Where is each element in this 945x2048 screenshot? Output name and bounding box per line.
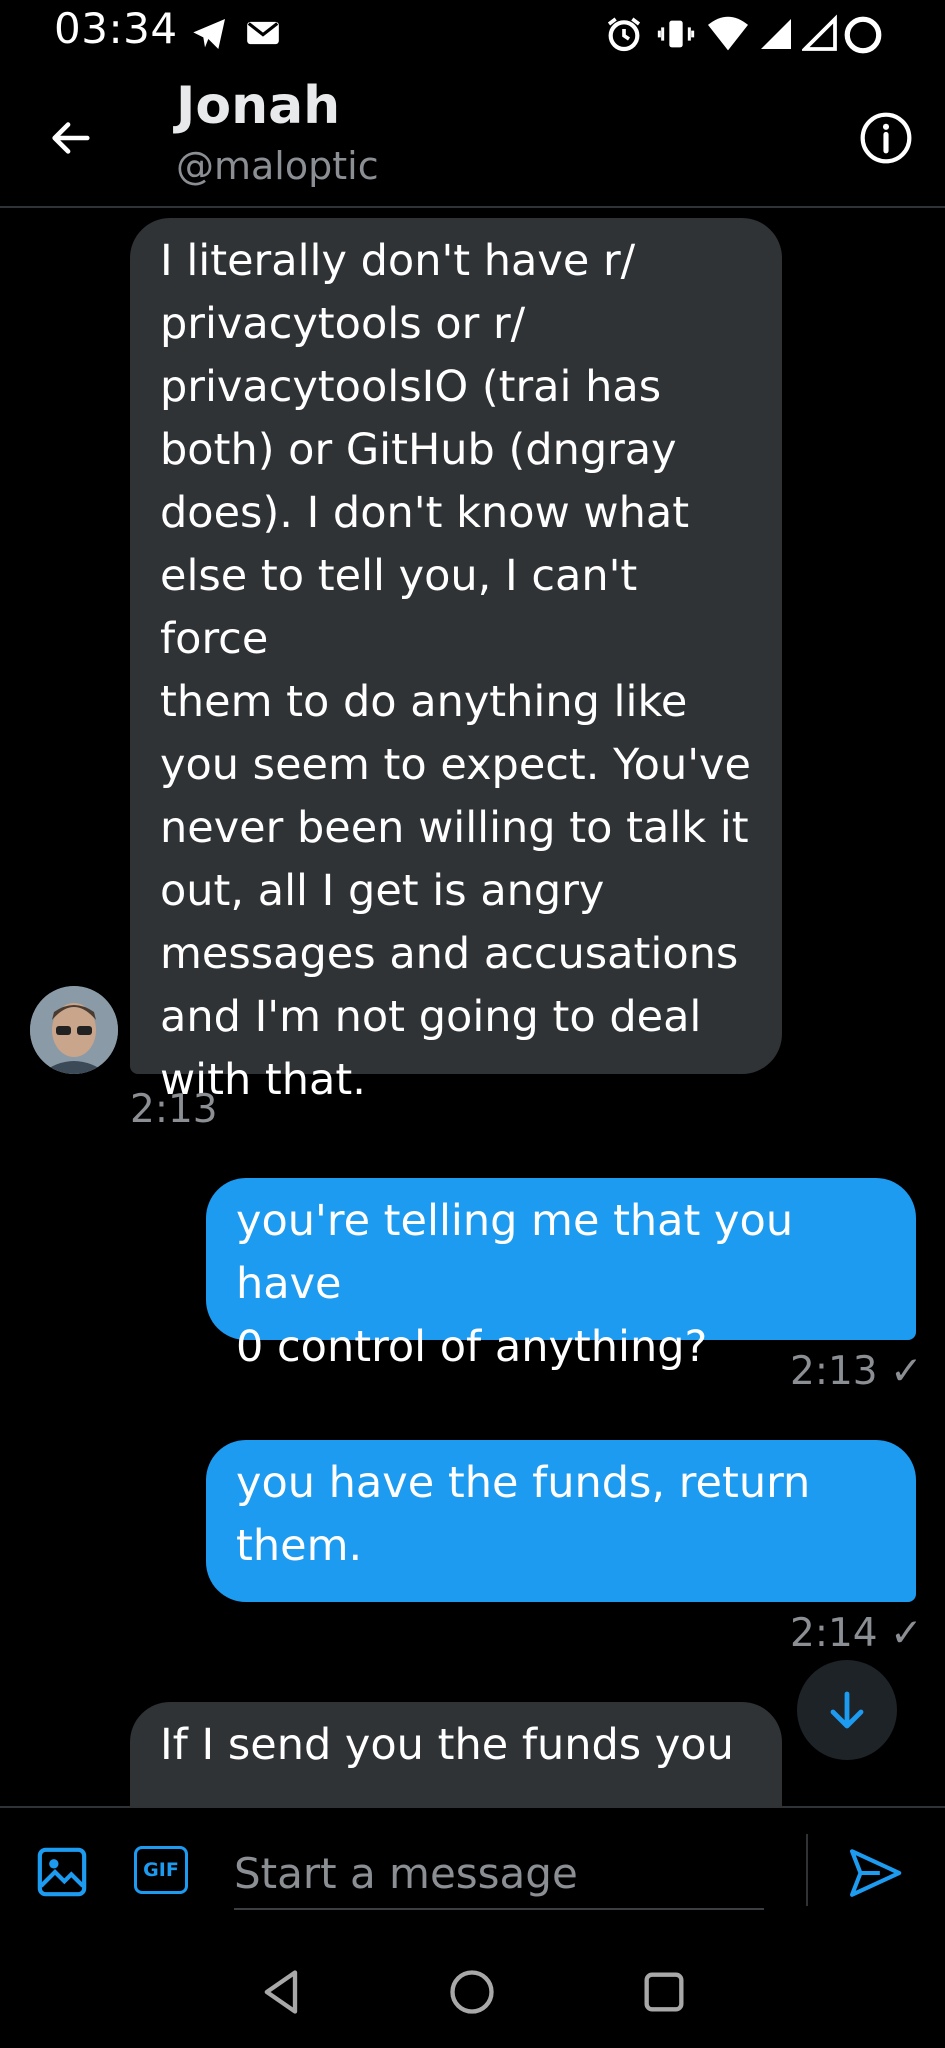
- avatar[interactable]: [30, 986, 118, 1074]
- message-timestamp: 2:14 ✓: [790, 1611, 923, 1656]
- nav-home-icon[interactable]: [446, 1966, 498, 2018]
- back-arrow-icon: [52, 122, 90, 154]
- message-composer: GIF: [0, 1806, 945, 1938]
- signal-icon: [761, 19, 791, 49]
- conversation-header: Jonah @maloptic: [0, 66, 945, 208]
- battery-icon: [844, 16, 882, 54]
- info-button[interactable]: [856, 108, 916, 168]
- wifi-icon: [708, 16, 748, 51]
- signal-2-icon: [802, 14, 837, 51]
- avatar-photo: [30, 986, 118, 1074]
- scroll-to-bottom-button[interactable]: [797, 1660, 897, 1760]
- composer-divider: [806, 1834, 808, 1906]
- message-input[interactable]: [234, 1838, 764, 1910]
- info-icon: [860, 112, 912, 164]
- nav-recents-icon[interactable]: [638, 1966, 690, 2018]
- message-bubble-received[interactable]: I literally don't have r/ privacytools o…: [130, 218, 782, 1105]
- mail-icon: [247, 21, 279, 45]
- vibrate-icon: [657, 20, 695, 48]
- nav-back-icon[interactable]: [256, 1966, 308, 2018]
- system-navigation-bar: [0, 1936, 945, 2048]
- message-timestamp: 2:13 ✓: [790, 1349, 923, 1394]
- status-time: 03:34: [54, 4, 178, 53]
- image-icon[interactable]: [34, 1844, 90, 1900]
- back-button[interactable]: [40, 108, 100, 168]
- gif-icon[interactable]: GIF: [134, 1846, 188, 1894]
- contact-name[interactable]: Jonah: [176, 77, 340, 135]
- alarm-icon: [607, 17, 641, 52]
- message-bubble-sent[interactable]: you have the funds, return them.: [206, 1440, 916, 1602]
- telegram-icon: [193, 19, 225, 49]
- scroll-down-icon: [830, 1691, 864, 1729]
- message-bubble-sent[interactable]: you're telling me that you have 0 contro…: [206, 1178, 916, 1372]
- contact-handle: @maloptic: [176, 144, 379, 188]
- message-timestamp: 2:13: [130, 1087, 218, 1132]
- send-icon[interactable]: [846, 1844, 904, 1902]
